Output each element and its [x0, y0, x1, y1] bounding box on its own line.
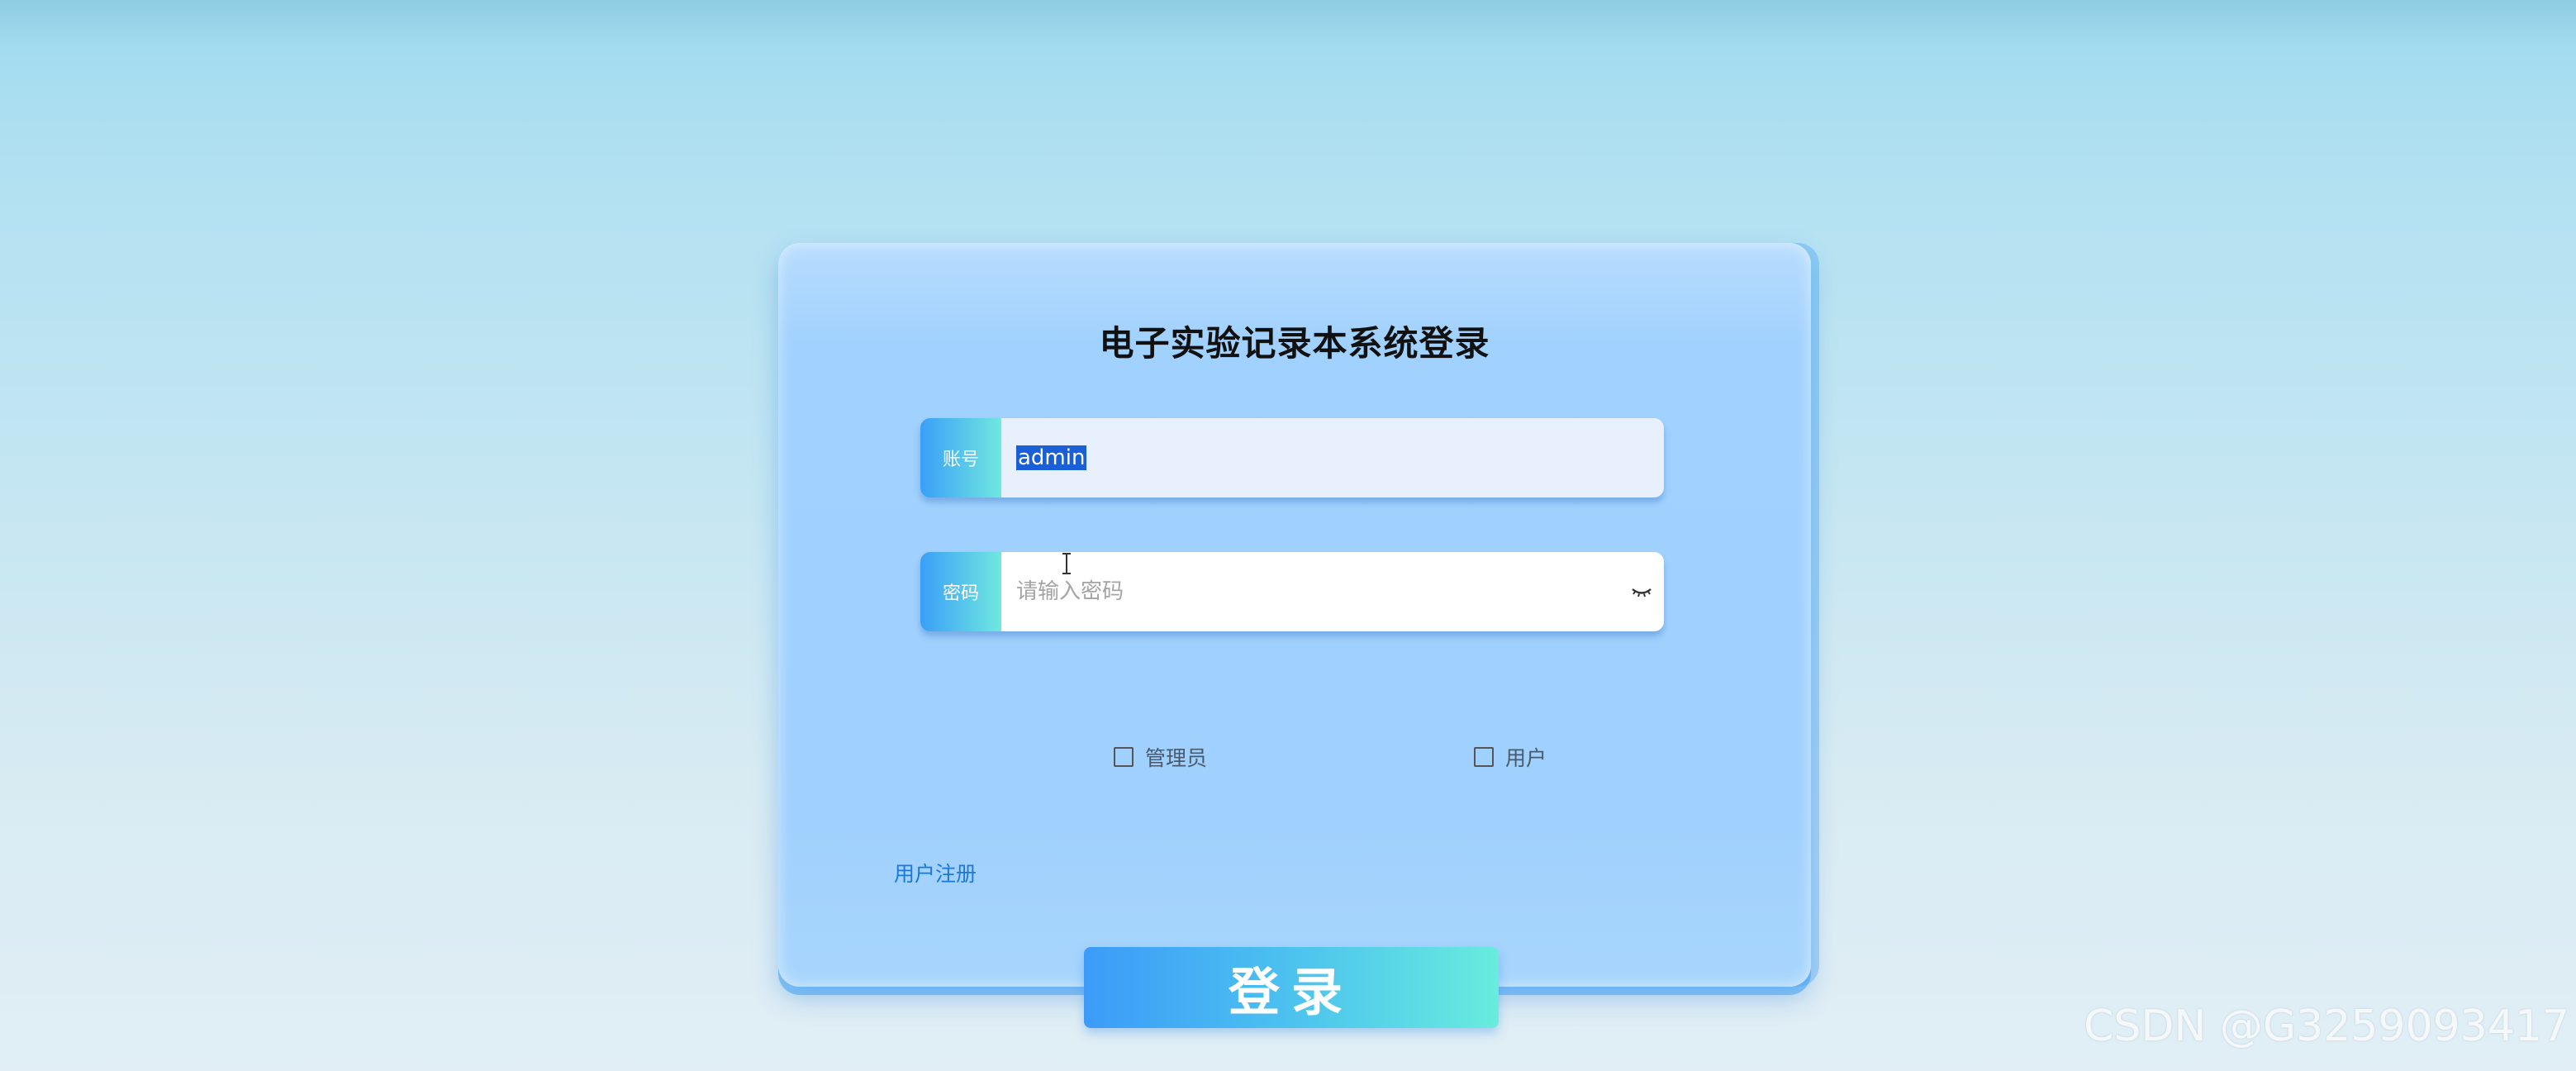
watermark: CSDN @G3259093417: [2084, 1002, 2569, 1051]
text-cursor-icon: [1062, 553, 1071, 574]
password-label: 密码: [920, 552, 1001, 631]
account-input[interactable]: admin: [1001, 418, 1664, 497]
login-button[interactable]: 登录: [1084, 947, 1499, 1028]
password-input[interactable]: [1001, 552, 1664, 631]
role-user-label: 用户: [1505, 746, 1547, 770]
account-value: admin: [1016, 445, 1087, 470]
login-card: 电子实验记录本系统登录 账号 admin 密码 管理员 用户 用户注册: [778, 243, 1811, 987]
role-user-option[interactable]: 用户: [1474, 742, 1547, 772]
account-field: 账号 admin: [920, 418, 1664, 497]
role-admin-option[interactable]: 管理员: [1114, 742, 1207, 772]
page-title: 电子实验记录本系统登录: [1099, 323, 1490, 364]
register-link[interactable]: 用户注册: [894, 858, 977, 888]
account-label: 账号: [920, 418, 1001, 497]
role-user-checkbox[interactable]: [1474, 747, 1494, 767]
role-admin-label: 管理员: [1145, 746, 1208, 770]
role-admin-checkbox[interactable]: [1114, 747, 1134, 767]
eye-closed-icon[interactable]: [1631, 583, 1652, 600]
password-field: 密码: [920, 552, 1664, 631]
